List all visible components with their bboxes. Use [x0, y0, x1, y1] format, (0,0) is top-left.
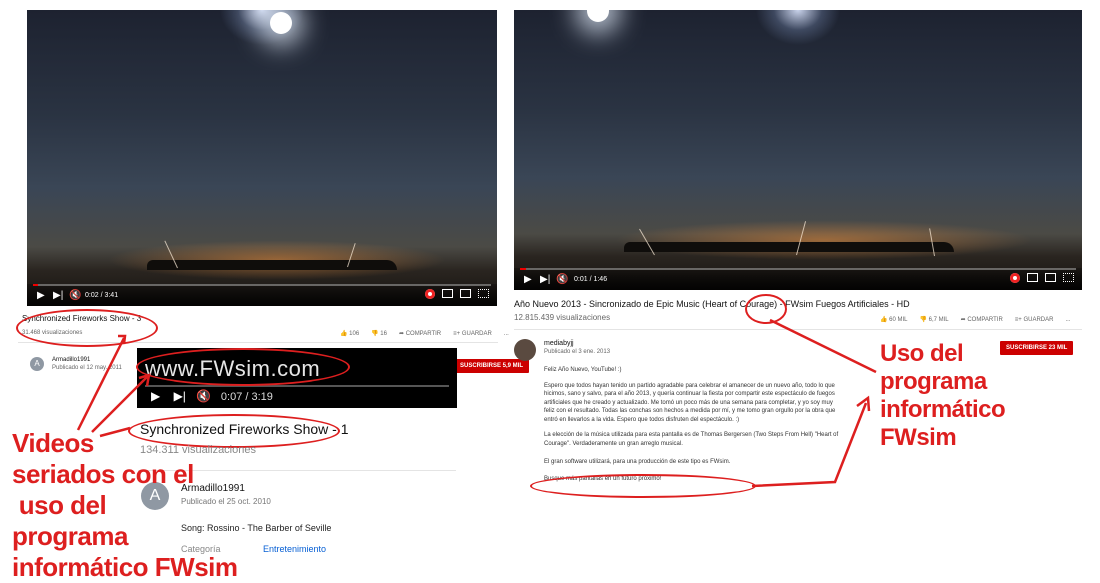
annotation-arrows	[76, 318, 877, 488]
arrow-from-title	[769, 318, 877, 374]
arrow-to-zoom-title	[99, 426, 131, 438]
arrow-to-left-title	[76, 337, 126, 431]
